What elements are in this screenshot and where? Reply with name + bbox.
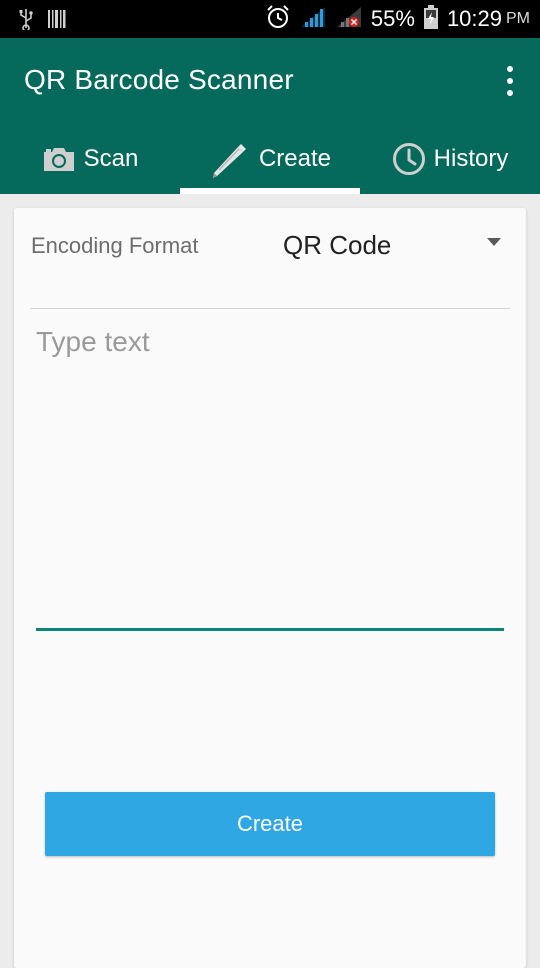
pencil-icon <box>209 140 251 178</box>
clock-icon <box>392 142 426 176</box>
tab-scan-label: Scan <box>83 145 139 172</box>
clock-time: 10:29 <box>446 6 502 31</box>
tab-bar: Scan Create History <box>0 124 540 194</box>
text-input[interactable] <box>36 326 504 628</box>
clock-ampm: PM <box>506 10 530 27</box>
app-title: QR Barcode Scanner <box>24 64 294 95</box>
app-bar: QR Barcode Scanner Scan Create History <box>0 38 540 194</box>
usb-icon <box>18 8 34 35</box>
status-bar-left <box>18 8 66 35</box>
battery-percent: 55% <box>370 6 415 31</box>
status-bar: 55% 10:29 PM <box>0 0 540 38</box>
create-form-card: Encoding Format QR Code Create <box>14 208 526 968</box>
signal-icon <box>299 5 327 34</box>
tab-scan[interactable]: Scan <box>0 124 180 194</box>
create-button[interactable]: Create <box>45 792 495 856</box>
alarm-icon <box>265 4 291 35</box>
barcode-notification-icon <box>48 9 66 34</box>
signal-no-data-icon <box>335 5 363 34</box>
tab-create[interactable]: Create <box>180 124 360 194</box>
text-input-underline <box>36 628 504 631</box>
tab-history-label: History <box>433 145 509 172</box>
more-vert-icon[interactable] <box>502 66 518 96</box>
status-bar-right: 55% 10:29 PM <box>265 0 530 38</box>
camera-icon <box>42 145 76 173</box>
tab-create-label: Create <box>258 145 332 172</box>
encoding-format-select[interactable]: QR Code <box>283 230 391 261</box>
tab-selected-indicator <box>180 188 360 194</box>
battery-icon <box>423 4 439 35</box>
encoding-format-label: Encoding Format <box>31 233 199 258</box>
dropdown-arrow-icon[interactable] <box>487 238 501 246</box>
divider <box>30 308 510 309</box>
tab-history[interactable]: History <box>360 124 540 194</box>
